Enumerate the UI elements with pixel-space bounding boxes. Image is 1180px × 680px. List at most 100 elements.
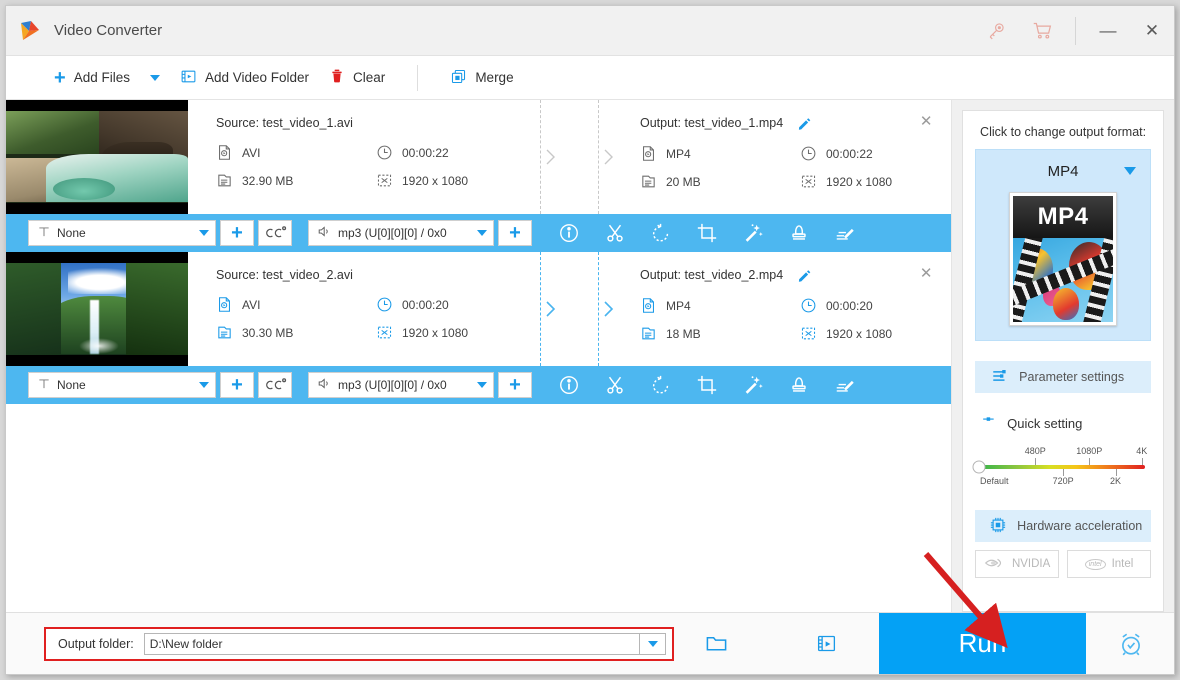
main-body: Source: test_video_1.avi AVI 00:00:22 32… bbox=[6, 100, 1174, 612]
info-icon[interactable] bbox=[558, 222, 580, 244]
quality-slider[interactable]: 480P 1080P 4K Default 720P 2K bbox=[972, 446, 1151, 488]
subtitle-edit-icon[interactable] bbox=[834, 222, 856, 244]
alarm-clock-icon[interactable] bbox=[1106, 613, 1156, 675]
subtitle-select[interactable]: None bbox=[28, 220, 216, 246]
subtitle-edit-icon[interactable] bbox=[834, 374, 856, 396]
bottom-bar: Output folder: D:\New folder Run bbox=[6, 612, 1174, 674]
minimize-button[interactable]: — bbox=[1086, 6, 1130, 56]
file-size-icon bbox=[640, 325, 657, 342]
toolbar-divider bbox=[417, 64, 419, 91]
clear-button[interactable]: Clear bbox=[319, 56, 395, 100]
source-info-pane: Source: test_video_1.avi AVI 00:00:22 32… bbox=[188, 100, 526, 214]
crop-icon[interactable] bbox=[696, 374, 718, 396]
output-format-name: MP4 bbox=[1047, 162, 1079, 180]
source-duration-value: 00:00:22 bbox=[402, 145, 449, 160]
source-format-value: AVI bbox=[242, 145, 261, 160]
add-files-dropdown-button[interactable] bbox=[140, 56, 170, 100]
merge-label: Merge bbox=[475, 70, 514, 85]
audio-track-select[interactable]: mp3 (U[0][0][0] / 0x0 bbox=[308, 372, 494, 398]
subtitle-t-icon bbox=[37, 377, 51, 394]
slider-tick-4k: 4K bbox=[1136, 446, 1148, 456]
source-resolution: 1920 x 1080 bbox=[376, 172, 526, 189]
add-audio-button[interactable]: + bbox=[498, 220, 532, 246]
clock-icon bbox=[376, 144, 393, 161]
chevron-right-icon bbox=[602, 298, 616, 320]
source-format: AVI bbox=[216, 296, 376, 313]
scissors-cut-icon[interactable] bbox=[604, 374, 626, 396]
change-format-label: Click to change output format: bbox=[980, 125, 1147, 139]
audio-track-select[interactable]: mp3 (U[0][0][0] / 0x0 bbox=[308, 220, 494, 246]
add-video-folder-button[interactable]: Add Video Folder bbox=[170, 56, 319, 100]
output-format-value: MP4 bbox=[666, 298, 691, 313]
file-size-icon bbox=[216, 172, 233, 189]
format-thumbnail: MP4 bbox=[1009, 192, 1118, 326]
watermark-stamp-icon[interactable] bbox=[788, 222, 810, 244]
rotate-icon[interactable] bbox=[650, 374, 672, 396]
sliders-icon bbox=[991, 367, 1009, 388]
magic-wand-effect-icon[interactable] bbox=[742, 374, 764, 396]
resolution-icon bbox=[376, 172, 393, 189]
chevron-right-icon bbox=[544, 146, 558, 168]
subtitle-select[interactable]: None bbox=[28, 372, 216, 398]
parameter-settings-button[interactable]: Parameter settings bbox=[975, 361, 1151, 393]
file-size-icon bbox=[640, 173, 657, 190]
media-file-icon[interactable] bbox=[806, 613, 846, 675]
output-size-value: 20 MB bbox=[666, 174, 701, 189]
clock-icon bbox=[800, 145, 817, 162]
magic-wand-effect-icon[interactable] bbox=[742, 222, 764, 244]
scissors-cut-icon[interactable] bbox=[604, 222, 626, 244]
output-folder-input[interactable]: D:\New folder bbox=[143, 632, 640, 655]
merge-icon bbox=[450, 68, 467, 88]
video-item-row[interactable]: Source: test_video_2.avi AVI 00:00:20 30… bbox=[6, 252, 952, 366]
output-resolution: 1920 x 1080 bbox=[800, 325, 951, 342]
crop-icon[interactable] bbox=[696, 222, 718, 244]
output-format-selector[interactable]: MP4 MP4 bbox=[975, 149, 1151, 341]
convert-arrow-pane bbox=[526, 252, 618, 366]
add-files-button[interactable]: + Add Files bbox=[44, 56, 140, 100]
merge-button[interactable]: Merge bbox=[440, 56, 523, 100]
output-folder-dropdown-button[interactable] bbox=[640, 632, 666, 655]
remove-item-button[interactable]: ✕ bbox=[917, 264, 935, 282]
source-resolution-value: 1920 x 1080 bbox=[402, 325, 469, 340]
shopping-cart-icon[interactable] bbox=[1019, 6, 1065, 56]
resolution-icon bbox=[800, 173, 817, 190]
app-logo-play-triangle bbox=[18, 19, 42, 43]
hardware-acceleration-button[interactable]: Hardware acceleration bbox=[975, 510, 1151, 542]
key-icon[interactable] bbox=[973, 6, 1019, 56]
run-button[interactable]: Run bbox=[879, 613, 1086, 674]
slider-tick-480p: 480P bbox=[1024, 446, 1046, 456]
video-list: Source: test_video_1.avi AVI 00:00:22 32… bbox=[6, 100, 953, 612]
output-duration-value: 00:00:20 bbox=[826, 298, 873, 313]
video-item-row[interactable]: Source: test_video_1.avi AVI 00:00:22 32… bbox=[6, 100, 952, 214]
video-file-icon bbox=[640, 145, 657, 162]
output-duration-value: 00:00:22 bbox=[826, 146, 873, 161]
closed-caption-icon[interactable] bbox=[258, 220, 292, 246]
output-format: MP4 bbox=[640, 145, 800, 162]
video-thumbnail[interactable] bbox=[6, 100, 188, 214]
video-thumbnail[interactable] bbox=[6, 252, 188, 366]
gpu-option-intel[interactable]: intel Intel bbox=[1067, 550, 1152, 578]
open-folder-icon[interactable] bbox=[696, 613, 736, 675]
source-duration-value: 00:00:20 bbox=[402, 297, 449, 312]
chevron-down-icon bbox=[477, 230, 487, 236]
slider-tick-1080p: 1080P bbox=[1076, 446, 1103, 456]
title-bar: Video Converter — ✕ bbox=[6, 6, 1174, 56]
source-filename: Source: test_video_2.avi bbox=[216, 268, 353, 282]
add-subtitle-button[interactable]: + bbox=[220, 372, 254, 398]
add-subtitle-button[interactable]: + bbox=[220, 220, 254, 246]
add-audio-button[interactable]: + bbox=[498, 372, 532, 398]
application-window: Video Converter — ✕ + Add Files Add Vide… bbox=[5, 5, 1175, 675]
close-button[interactable]: ✕ bbox=[1130, 6, 1174, 56]
chevron-down-icon[interactable] bbox=[1124, 167, 1136, 175]
chevron-down-icon bbox=[199, 382, 209, 388]
rotate-icon[interactable] bbox=[650, 222, 672, 244]
cpu-chip-icon bbox=[989, 516, 1007, 537]
info-icon[interactable] bbox=[558, 374, 580, 396]
watermark-stamp-icon[interactable] bbox=[788, 374, 810, 396]
intel-badge-icon: intel bbox=[1084, 558, 1106, 570]
remove-item-button[interactable]: ✕ bbox=[917, 112, 935, 130]
gpu-option-nvidia[interactable]: NVIDIA bbox=[975, 550, 1060, 578]
edit-pencil-icon[interactable] bbox=[797, 268, 812, 283]
edit-pencil-icon[interactable] bbox=[797, 116, 812, 131]
closed-caption-icon[interactable] bbox=[258, 372, 292, 398]
